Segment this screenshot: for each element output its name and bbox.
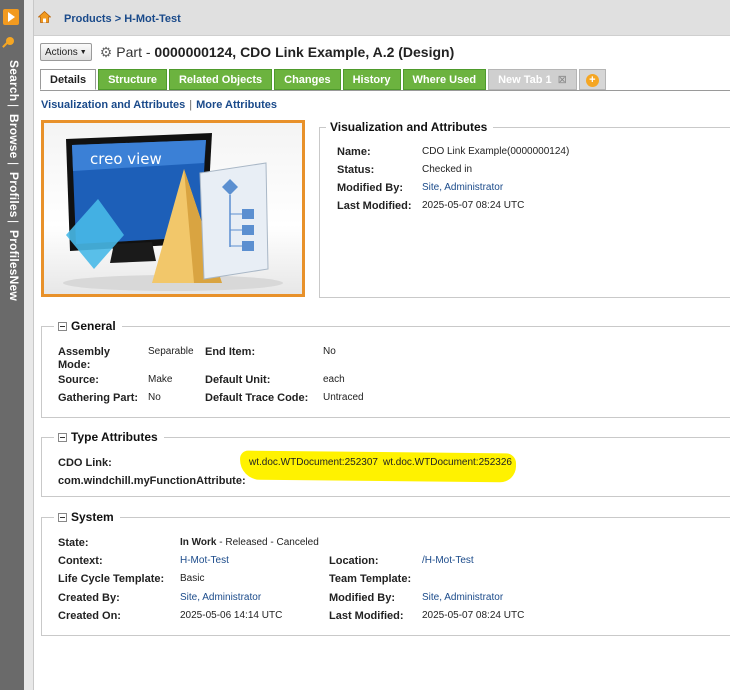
gathering-part-label: Gathering Part: — [58, 392, 139, 404]
team-template-label: Team Template: — [329, 573, 412, 585]
location-link[interactable]: /H-Mot-Test — [422, 555, 474, 566]
system-heading[interactable]: System — [54, 510, 120, 524]
name-label: Name: — [337, 146, 371, 158]
gathering-part-value: No — [148, 392, 161, 403]
system-last-modified-value: 2025-05-07 08:24 UTC — [422, 610, 525, 621]
assembly-mode-value: Separable — [148, 346, 194, 357]
lifecycle-template-value: Basic — [180, 573, 205, 584]
cdo-link-value-2[interactable]: wt.doc.WTDocument:252326 — [383, 457, 512, 468]
modified-by-link[interactable]: Site, Administrator — [422, 182, 503, 193]
creo-view-thumbnail[interactable]: creo view — [41, 120, 305, 297]
tab-strip: Details Structure Related Objects Change… — [40, 69, 608, 91]
more-attributes-link[interactable]: More Attributes — [196, 99, 277, 111]
visualization-attributes-heading: Visualization and Attributes — [326, 120, 494, 134]
context-link[interactable]: H-Mot-Test — [180, 555, 229, 566]
nav-profilesnew[interactable]: ProfilesNew — [7, 230, 21, 301]
nav-search[interactable]: Search — [7, 60, 21, 101]
tab-where-used[interactable]: Where Used — [402, 69, 487, 90]
breadcrumb[interactable]: Products > H-Mot-Test — [64, 13, 181, 25]
collapse-icon[interactable] — [58, 321, 67, 331]
actions-menu-button[interactable]: Actions ▼ — [40, 43, 92, 61]
tab-divider — [40, 90, 730, 91]
system-modified-by-link[interactable]: Site, Administrator — [422, 592, 503, 603]
function-attribute-label: com.windchill.myFunctionAttribute: — [58, 475, 246, 487]
lifecycle-template-label: Life Cycle Template: — [58, 573, 165, 585]
name-value: CDO Link Example(0000000124) — [422, 146, 570, 157]
tab-new-tab-1[interactable]: New Tab 1 ⊠ — [488, 69, 577, 90]
general-heading[interactable]: General — [54, 319, 122, 333]
vertical-nav: Search| Browse| Profiles| ProfilesNew — [7, 60, 21, 301]
end-item-label: End Item: — [205, 346, 256, 358]
sub-navigation: Visualization and Attributes | More Attrib… — [41, 99, 277, 111]
close-tab-icon[interactable]: ⊠ — [558, 74, 567, 86]
collapse-icon[interactable] — [58, 512, 67, 522]
cdo-link-value-1[interactable]: wt.doc.WTDocument:252307 — [249, 457, 378, 468]
left-navigation-bar: Search| Browse| Profiles| ProfilesNew — [0, 0, 24, 690]
chevron-down-icon: ▼ — [79, 48, 87, 56]
add-tab-icon: + — [585, 73, 599, 87]
general-panel: General — [41, 319, 730, 418]
context-label: Context: — [58, 555, 103, 567]
created-on-label: Created On: — [58, 610, 121, 622]
default-unit-label: Default Unit: — [205, 374, 271, 386]
tab-changes[interactable]: Changes — [274, 69, 341, 90]
location-label: Location: — [329, 555, 379, 567]
tab-details[interactable]: Details — [40, 69, 97, 90]
state-value: In Work - Released - Canceled — [180, 537, 319, 548]
pin-icon[interactable] — [6, 37, 14, 45]
type-attributes-heading[interactable]: Type Attributes — [54, 430, 164, 444]
tab-structure[interactable]: Structure — [98, 69, 167, 90]
page-title-bar: Actions ▼ ⚙ Part - 0000000124, CDO Link E… — [40, 42, 454, 62]
system-last-modified-label: Last Modified: — [329, 610, 404, 622]
state-current: In Work — [180, 537, 217, 548]
creo-view-brand-text: creo view — [90, 150, 162, 168]
add-tab-button[interactable]: + — [578, 69, 606, 90]
app-logo-icon[interactable] — [3, 9, 19, 25]
state-remaining: - Released - Canceled — [216, 537, 319, 548]
system-modified-by-label: Modified By: — [329, 592, 395, 604]
collapse-icon[interactable] — [58, 432, 67, 442]
end-item-value: No — [323, 346, 336, 357]
default-unit-value: each — [323, 374, 345, 385]
nav-profiles[interactable]: Profiles — [7, 172, 21, 218]
last-modified-label: Last Modified: — [337, 200, 412, 212]
visualization-attributes-link[interactable]: Visualization and Attributes — [41, 99, 185, 111]
assembly-mode-label: Assembly Mode: — [58, 346, 110, 371]
default-trace-code-label: Default Trace Code: — [205, 392, 309, 404]
cdo-link-label: CDO Link: — [58, 457, 112, 469]
status-value: Checked in — [422, 164, 473, 175]
default-trace-code-value: Untraced — [323, 392, 364, 403]
created-by-label: Created By: — [58, 592, 120, 604]
breadcrumb-bar: Products > H-Mot-Test — [34, 0, 730, 36]
last-modified-value: 2025-05-07 08:24 UTC — [422, 200, 525, 211]
part-gear-icon: ⚙ — [99, 43, 113, 60]
nav-browse[interactable]: Browse — [7, 114, 21, 159]
source-label: Source: — [58, 374, 99, 386]
nav-splitter[interactable] — [24, 0, 34, 690]
status-label: Status: — [337, 164, 375, 176]
tab-history[interactable]: History — [342, 69, 401, 90]
creo-view-illustration: creo view — [63, 133, 283, 291]
state-label: State: — [58, 537, 89, 549]
page-title: Part - 0000000124, CDO Link Example, A.2… — [116, 44, 455, 60]
created-on-value: 2025-05-06 14:14 UTC — [180, 610, 283, 621]
modified-by-label: Modified By: — [337, 182, 403, 194]
tab-related-objects[interactable]: Related Objects — [168, 69, 273, 90]
created-by-link[interactable]: Site, Administrator — [180, 592, 261, 603]
source-value: Make — [148, 374, 173, 385]
home-icon[interactable] — [38, 11, 51, 23]
